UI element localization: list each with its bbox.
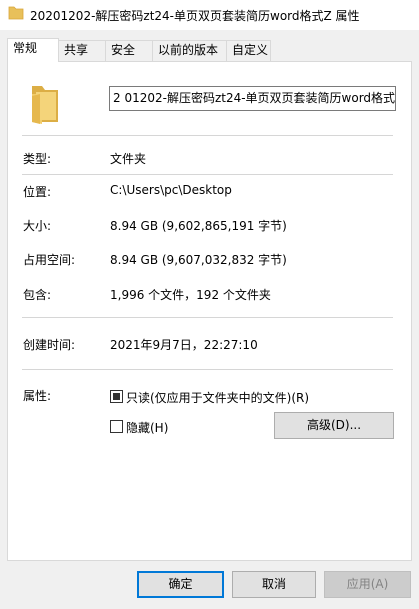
folder-large-icon: [32, 86, 58, 124]
location-value: C:\Users\pc\Desktop: [110, 183, 232, 197]
title-bar: 20201202-解压密码zt24-单页双页套装简历word格式Z 属性: [0, 0, 419, 30]
size-label: 大小:: [23, 219, 52, 233]
type-value: 文件夹: [110, 152, 147, 166]
divider: [22, 174, 393, 175]
cancel-button[interactable]: 取消: [232, 571, 316, 598]
divider: [22, 135, 393, 136]
tab-security[interactable]: 安全: [105, 40, 153, 61]
readonly-label[interactable]: 只读(仅应用于文件夹中的文件)(R): [126, 389, 309, 406]
tab-strip: 常规 共享 安全 以前的版本 自定义: [7, 38, 412, 62]
attributes-label: 属性:: [23, 389, 52, 403]
tab-customize[interactable]: 自定义: [226, 40, 271, 61]
tab-general[interactable]: 常规: [7, 38, 59, 62]
hidden-label[interactable]: 隐藏(H): [126, 419, 168, 436]
tab-previous-versions[interactable]: 以前的版本: [152, 40, 227, 61]
divider: [22, 317, 393, 318]
window-title: 20201202-解压密码zt24-单页双页套装简历word格式Z 属性: [30, 9, 360, 23]
type-label: 类型:: [23, 152, 52, 166]
folder-name-input[interactable]: 2 01202-解压密码zt24-单页双页套装简历word格式Z: [109, 86, 396, 111]
apply-button[interactable]: 应用(A): [324, 571, 411, 598]
location-label: 位置:: [23, 185, 52, 199]
tab-sharing[interactable]: 共享: [58, 40, 106, 61]
readonly-checkbox[interactable]: [110, 390, 123, 403]
hidden-checkbox[interactable]: [110, 420, 123, 433]
folder-icon: [8, 6, 24, 20]
contains-value: 1,996 个文件，192 个文件夹: [110, 288, 271, 302]
ok-button[interactable]: 确定: [137, 571, 224, 598]
created-label: 创建时间:: [23, 338, 76, 352]
size-value: 8.94 GB (9,602,865,191 字节): [110, 219, 287, 233]
size-on-disk-label: 占用空间:: [23, 253, 76, 267]
size-on-disk-value: 8.94 GB (9,607,032,832 字节): [110, 253, 287, 267]
created-value: 2021年9月7日，22:27:10: [110, 338, 258, 352]
divider: [22, 369, 393, 370]
general-panel: 2 01202-解压密码zt24-单页双页套装简历word格式Z 类型: 文件夹…: [7, 61, 412, 561]
contains-label: 包含:: [23, 288, 52, 302]
advanced-button[interactable]: 高级(D)...: [274, 412, 394, 439]
